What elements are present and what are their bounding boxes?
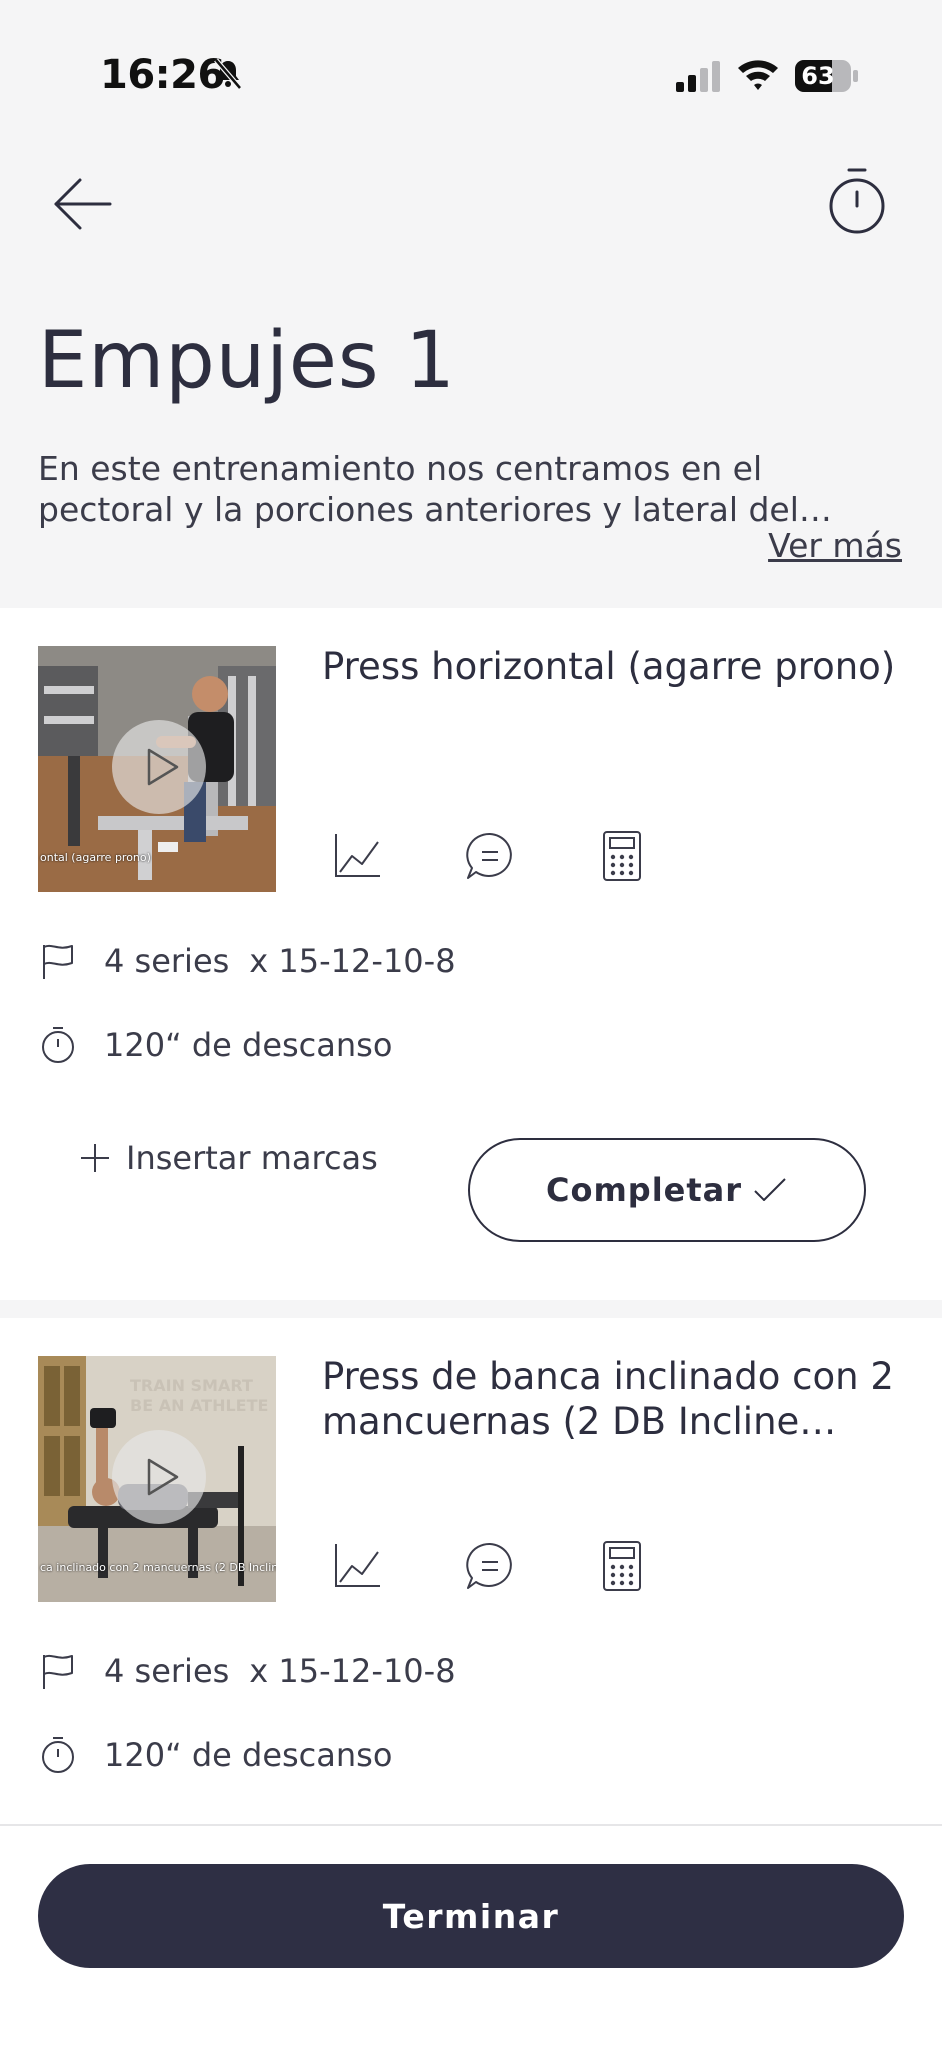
- thumbnail-caption: ca inclinado con 2 mancuernas (2 DB Incl…: [40, 1561, 276, 1574]
- wall-text-line-2: BE AN ATHLETE: [130, 1396, 269, 1415]
- plus-icon: [81, 1144, 109, 1172]
- nav-bar: [0, 150, 942, 262]
- progress-button[interactable]: [332, 1540, 384, 1592]
- page-title: Empujes 1: [38, 316, 456, 406]
- exercise-title[interactable]: Press de banca inclinado con 2 mancuerna…: [322, 1354, 902, 1444]
- finish-button[interactable]: Terminar: [38, 1864, 904, 1968]
- thumbnail-wall-text: TRAIN SMART BE AN ATHLETE: [130, 1376, 268, 1416]
- series-info: 4 series x 15-12-10-8: [38, 1648, 456, 1694]
- back-button[interactable]: [46, 174, 122, 234]
- check-icon: [754, 1178, 786, 1201]
- stopwatch-icon: [829, 168, 885, 234]
- calculator-button[interactable]: [596, 830, 648, 882]
- exercise-title[interactable]: Press horizontal (agarre prono): [322, 644, 902, 689]
- stopwatch-icon: [42, 1737, 74, 1773]
- comment-button[interactable]: [464, 830, 516, 882]
- workout-detail-screen: 16:26 63 Empujes 1 En este entrenamiento…: [0, 0, 942, 2048]
- see-more-link[interactable]: Ver más: [768, 526, 902, 565]
- series-count: 4 series: [104, 1652, 230, 1690]
- signal-icon: [676, 61, 720, 92]
- comment-icon: [466, 832, 512, 879]
- reps-scheme: x 15-12-10-8: [249, 1652, 456, 1690]
- insert-marks-button[interactable]: Insertar marcas: [78, 1128, 378, 1188]
- card-divider: [0, 1300, 942, 1318]
- calculator-icon: [603, 831, 641, 881]
- insert-marks-label: Insertar marcas: [126, 1139, 378, 1177]
- workout-header: Empujes 1 En este entrenamiento nos cent…: [0, 262, 942, 608]
- flag-icon: [43, 944, 73, 979]
- complete-button[interactable]: Completar: [468, 1138, 866, 1242]
- battery-level: 63: [801, 62, 835, 90]
- wifi-icon: [738, 60, 778, 90]
- flag-icon: [43, 1654, 73, 1689]
- rest-info: 120“ de descanso: [38, 1732, 392, 1778]
- play-button[interactable]: [112, 1430, 206, 1524]
- series-info: 4 series x 15-12-10-8: [38, 938, 456, 984]
- rest-time: 120“ de descanso: [104, 1736, 393, 1774]
- status-time: 16:26: [100, 52, 225, 98]
- chart-line-icon: [335, 834, 380, 877]
- workout-description: En este entrenamiento nos centramos en e…: [38, 449, 799, 529]
- exercise-card: TRAIN SMART BE AN ATHLETE ca inclinado c…: [0, 1318, 942, 1824]
- exercise-video-thumbnail[interactable]: TRAIN SMART BE AN ATHLETE ca inclinado c…: [38, 1356, 276, 1602]
- arrow-left-icon: [54, 178, 112, 230]
- exercise-video-thumbnail[interactable]: ontal (agarre prono): [38, 646, 276, 892]
- bottom-bar: Terminar: [0, 1824, 942, 2048]
- wall-text-line-1: TRAIN SMART: [130, 1376, 253, 1395]
- comment-button[interactable]: [464, 1540, 516, 1592]
- thumbnail-caption: ontal (agarre prono): [40, 851, 151, 864]
- exercise-card: ontal (agarre prono) Press horizontal (a…: [0, 608, 942, 1300]
- bell-muted-icon: [214, 58, 242, 90]
- timer-button[interactable]: [822, 166, 892, 238]
- complete-label: Completar: [545, 1171, 743, 1209]
- calculator-icon: [603, 1541, 641, 1591]
- play-icon: [147, 748, 179, 786]
- reps-scheme: x 15-12-10-8: [249, 942, 456, 980]
- series-count: 4 series: [104, 942, 230, 980]
- rest-time: 120“ de descanso: [104, 1026, 393, 1064]
- play-button[interactable]: [112, 720, 206, 814]
- status-bar: 16:26 63: [0, 0, 942, 150]
- calculator-button[interactable]: [596, 1540, 648, 1592]
- progress-button[interactable]: [332, 830, 384, 882]
- play-icon: [147, 1458, 179, 1496]
- stopwatch-icon: [42, 1027, 74, 1063]
- chart-line-icon: [335, 1544, 380, 1587]
- rest-info: 120“ de descanso: [38, 1022, 392, 1068]
- comment-icon: [466, 1542, 512, 1589]
